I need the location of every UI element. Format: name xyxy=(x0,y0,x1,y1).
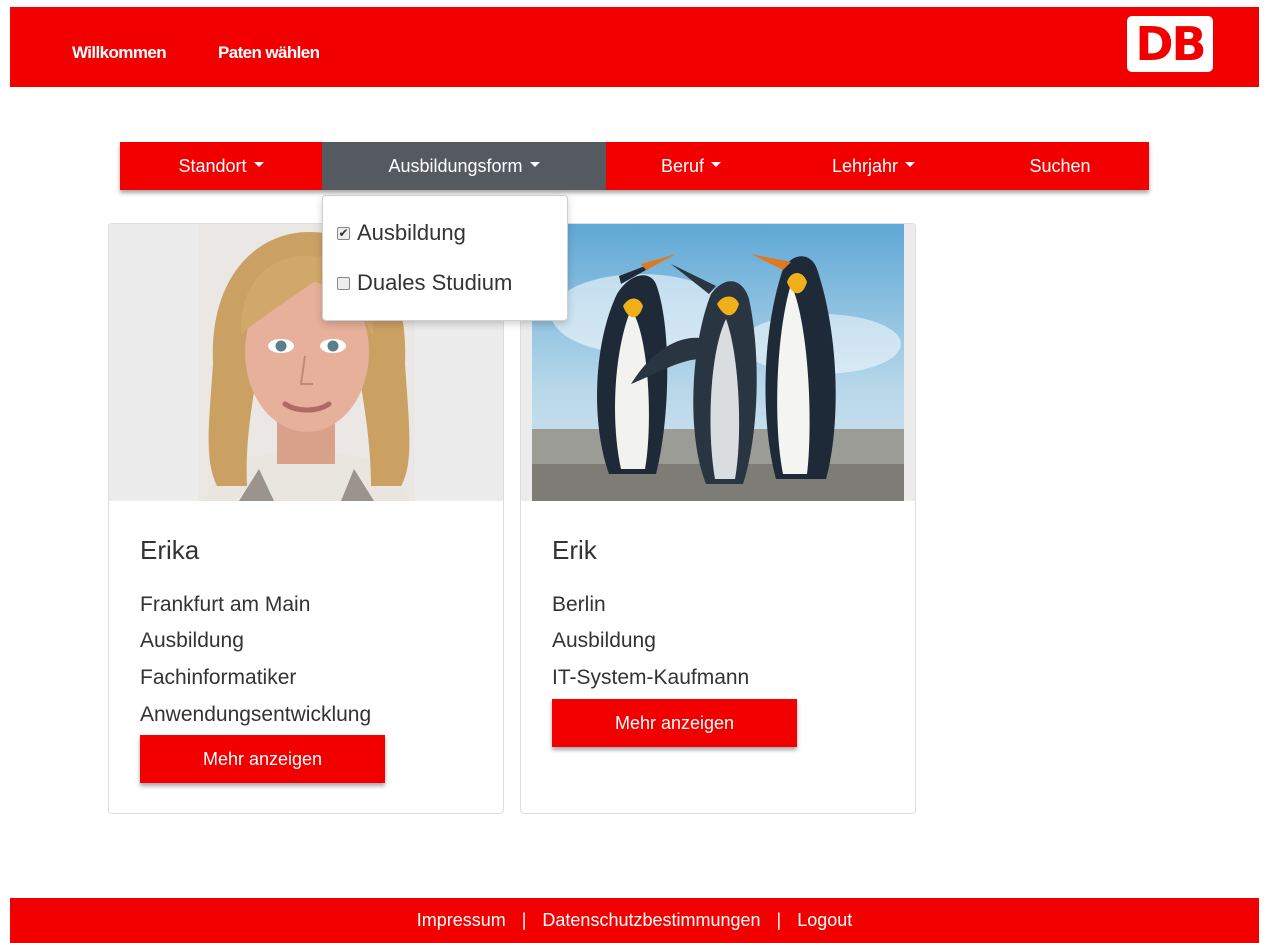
footer-link-impressum[interactable]: Impressum xyxy=(417,910,506,931)
search-button-label: Suchen xyxy=(1029,155,1091,176)
mentor-card: Erik Berlin Ausbildung IT-System-Kaufman… xyxy=(520,223,916,814)
filter-beruf[interactable]: Beruf xyxy=(606,142,776,190)
mentor-profession: Fachinformatiker xyxy=(140,666,297,689)
filter-standort-label: Standort xyxy=(178,155,247,176)
caret-down-icon xyxy=(905,161,916,167)
filter-standort[interactable]: Standort xyxy=(120,142,322,190)
mentor-location: Berlin xyxy=(552,593,606,616)
footer-link-datenschutz[interactable]: Datenschutzbestimmungen xyxy=(542,910,760,931)
mentor-training-type: Ausbildung xyxy=(140,629,244,652)
checkbox-unchecked[interactable] xyxy=(337,276,350,290)
option-duales-studium[interactable]: Duales Studium xyxy=(337,270,512,296)
footer-separator: | xyxy=(521,910,527,930)
mentor-name: Erik xyxy=(552,535,597,565)
top-nav: Willkommen Paten wählen xyxy=(72,43,371,63)
mentor-name: Erika xyxy=(140,535,200,565)
option-ausbildung[interactable]: ✔ Ausbildung xyxy=(337,220,466,246)
profile-photo xyxy=(521,224,915,501)
db-logo-text: DB xyxy=(1135,17,1206,71)
mentor-location: Frankfurt am Main xyxy=(140,593,311,616)
top-header: Willkommen Paten wählen DB xyxy=(10,7,1259,87)
mentor-specialization: Anwendungsentwicklung xyxy=(140,703,372,726)
mentor-profession: IT-System-Kaufmann xyxy=(552,666,750,689)
filter-beruf-label: Beruf xyxy=(660,155,705,176)
filter-ausbildungsform-label: Ausbildungsform xyxy=(388,155,523,176)
db-logo: DB xyxy=(1127,16,1213,72)
option-duales-studium-label: Duales Studium xyxy=(357,270,513,295)
filter-lehrjahr[interactable]: Lehrjahr xyxy=(776,142,971,190)
mentor-training-type: Ausbildung xyxy=(552,629,656,652)
filter-lehrjahr-label: Lehrjahr xyxy=(831,155,899,176)
checkbox-checked[interactable]: ✔ xyxy=(337,226,350,240)
footer: Impressum | Datenschutzbestimmungen | Lo… xyxy=(10,898,1259,943)
option-ausbildung-label: Ausbildung xyxy=(357,220,466,245)
nav-link-willkommen[interactable]: Willkommen xyxy=(72,43,167,63)
ausbildungsform-dropdown: ✔ Ausbildung Duales Studium xyxy=(322,195,568,321)
footer-link-logout[interactable]: Logout xyxy=(797,910,852,931)
show-more-button[interactable]: Mehr anzeigen xyxy=(140,735,385,783)
show-more-button[interactable]: Mehr anzeigen xyxy=(552,699,797,747)
search-button[interactable]: Suchen xyxy=(971,142,1149,190)
penguins-image xyxy=(521,224,915,501)
caret-down-icon xyxy=(711,161,722,167)
filter-bar: Standort Ausbildungsform Beruf Lehrjahr … xyxy=(120,142,1149,190)
footer-separator: | xyxy=(776,910,782,930)
filter-ausbildungsform[interactable]: Ausbildungsform xyxy=(322,142,606,190)
caret-down-icon xyxy=(253,161,264,167)
caret-down-icon xyxy=(529,161,540,167)
nav-link-paten-waehlen[interactable]: Paten wählen xyxy=(218,43,320,63)
